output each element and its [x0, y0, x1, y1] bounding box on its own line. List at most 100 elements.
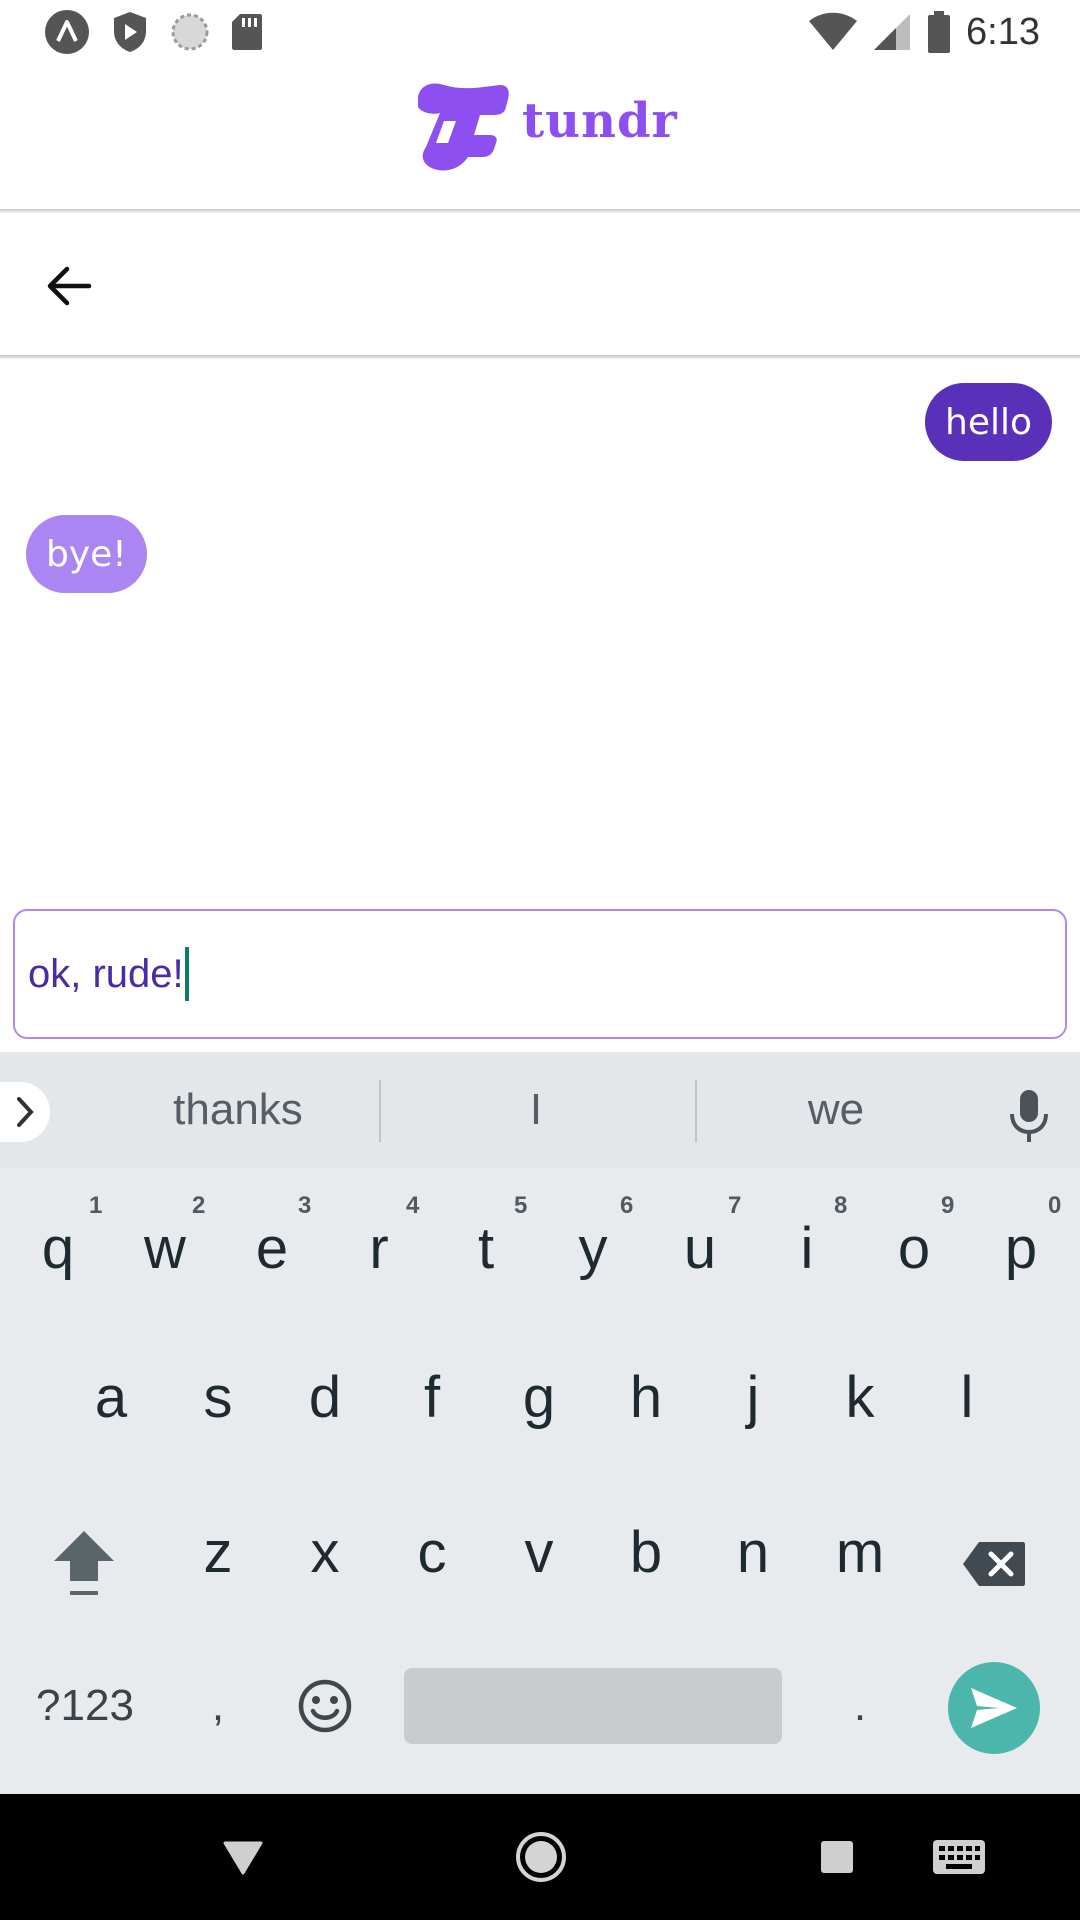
key-h[interactable]: h [596, 1337, 696, 1457]
shift-icon [54, 1531, 114, 1595]
a-app-icon [45, 10, 89, 54]
key-l[interactable]: l [917, 1337, 1017, 1457]
key-label: r [369, 1215, 389, 1281]
text-caret [184, 947, 189, 1001]
key-n[interactable]: n [703, 1492, 803, 1612]
suggestion-divider [695, 1080, 697, 1142]
space-bar[interactable] [404, 1668, 782, 1744]
key-label: u [683, 1215, 717, 1281]
key-g[interactable]: g [489, 1337, 589, 1457]
suggestion-divider [379, 1080, 381, 1142]
app-header: tundr [0, 63, 1080, 211]
sync-circle-icon [171, 13, 209, 51]
key-c[interactable]: c [382, 1492, 482, 1612]
key-period[interactable]: . [810, 1648, 910, 1764]
tundr-logo-icon [418, 83, 509, 171]
smiley-icon [298, 1679, 352, 1733]
microphone-icon[interactable] [1006, 1088, 1052, 1144]
navigation-bar [0, 1794, 1080, 1920]
key-comma[interactable]: , [168, 1648, 268, 1764]
square-recents-icon [821, 1841, 853, 1873]
key-hint-6: 6 [620, 1192, 634, 1219]
arrow-back-icon [47, 266, 92, 306]
nav-keyboard-button[interactable] [926, 1824, 992, 1890]
keyboard-icon [933, 1840, 985, 1874]
key-label: ?123 [36, 1681, 134, 1730]
status-time: 6:13 [966, 10, 1040, 53]
circle-home-icon [516, 1832, 566, 1882]
key-label: h [629, 1364, 663, 1430]
send-icon [971, 1688, 1017, 1728]
key-label: g [522, 1364, 556, 1430]
key-label: a [94, 1364, 128, 1430]
key-hint-5: 5 [514, 1192, 528, 1219]
key-label: c [417, 1519, 447, 1585]
key-label: m [835, 1519, 885, 1585]
key-label: . [853, 1681, 867, 1730]
suggestion-strip: thanks I we [0, 1052, 1080, 1168]
key-label: e [255, 1215, 289, 1281]
key-label: q [41, 1215, 75, 1281]
key-v[interactable]: v [489, 1492, 589, 1612]
key-hint-7: 7 [728, 1192, 742, 1219]
key-label: j [746, 1364, 760, 1430]
key-label: w [144, 1215, 186, 1281]
backspace-icon [963, 1542, 1025, 1586]
key-s[interactable]: s [168, 1337, 268, 1457]
symbols-key[interactable]: ?123 [20, 1648, 150, 1764]
message-list: hello bye! [0, 359, 1080, 899]
key-hint-3: 3 [298, 1192, 312, 1219]
emoji-key[interactable] [275, 1648, 375, 1764]
backspace-key[interactable] [944, 1504, 1044, 1624]
send-key[interactable] [948, 1662, 1040, 1754]
key-label: , [211, 1681, 225, 1730]
key-hint-0: 0 [1048, 1192, 1062, 1219]
key-hint-2: 2 [192, 1192, 206, 1219]
key-label: p [1004, 1215, 1038, 1281]
key-label: n [736, 1519, 770, 1585]
sd-card-icon [232, 14, 262, 50]
key-b[interactable]: b [596, 1492, 696, 1612]
key-label: s [203, 1364, 233, 1430]
key-a[interactable]: a [61, 1337, 161, 1457]
battery-icon [928, 11, 951, 53]
nav-recents-button[interactable] [804, 1824, 870, 1890]
shift-key[interactable] [34, 1504, 134, 1624]
key-label: b [629, 1519, 663, 1585]
key-label: y [578, 1215, 608, 1281]
key-label: i [800, 1215, 814, 1281]
key-hint-9: 9 [941, 1192, 955, 1219]
wifi-icon [809, 12, 858, 50]
expand-toolbar-button[interactable] [0, 1082, 50, 1142]
message-input-value: ok, rude! [28, 951, 184, 996]
key-f[interactable]: f [382, 1337, 482, 1457]
key-hint-4: 4 [406, 1192, 420, 1219]
status-bar-system-icons: 6:13 [808, 9, 1040, 55]
chat-toolbar [0, 213, 1080, 356]
key-hint-8: 8 [834, 1192, 848, 1219]
key-z[interactable]: z [168, 1492, 268, 1612]
message-input[interactable]: ok, rude! [13, 909, 1067, 1039]
key-label: z [203, 1519, 233, 1585]
nav-back-button[interactable] [210, 1824, 276, 1890]
incoming-message-bubble: bye! [26, 515, 147, 593]
key-label: t [477, 1215, 495, 1281]
key-hint-1: 1 [89, 1192, 103, 1219]
nav-home-button[interactable] [508, 1824, 574, 1890]
status-bar-notification-icons [44, 9, 264, 55]
key-label: o [897, 1215, 931, 1281]
key-k[interactable]: k [810, 1337, 910, 1457]
suggestion-2[interactable]: I [416, 1080, 656, 1140]
key-label: x [310, 1519, 340, 1585]
suggestion-1[interactable]: thanks [118, 1080, 358, 1140]
key-x[interactable]: x [275, 1492, 375, 1612]
key-label: f [423, 1364, 441, 1430]
key-m[interactable]: m [810, 1492, 910, 1612]
key-j[interactable]: j [703, 1337, 803, 1457]
cell-signal-icon [874, 14, 911, 50]
key-d[interactable]: d [275, 1337, 375, 1457]
back-button[interactable] [36, 253, 102, 319]
soft-keyboard: thanks I we q w e r t y u i o p 1 2 3 4 … [0, 1052, 1080, 1794]
status-bar: 6:13 [0, 0, 1080, 63]
suggestion-3[interactable]: we [716, 1080, 956, 1140]
